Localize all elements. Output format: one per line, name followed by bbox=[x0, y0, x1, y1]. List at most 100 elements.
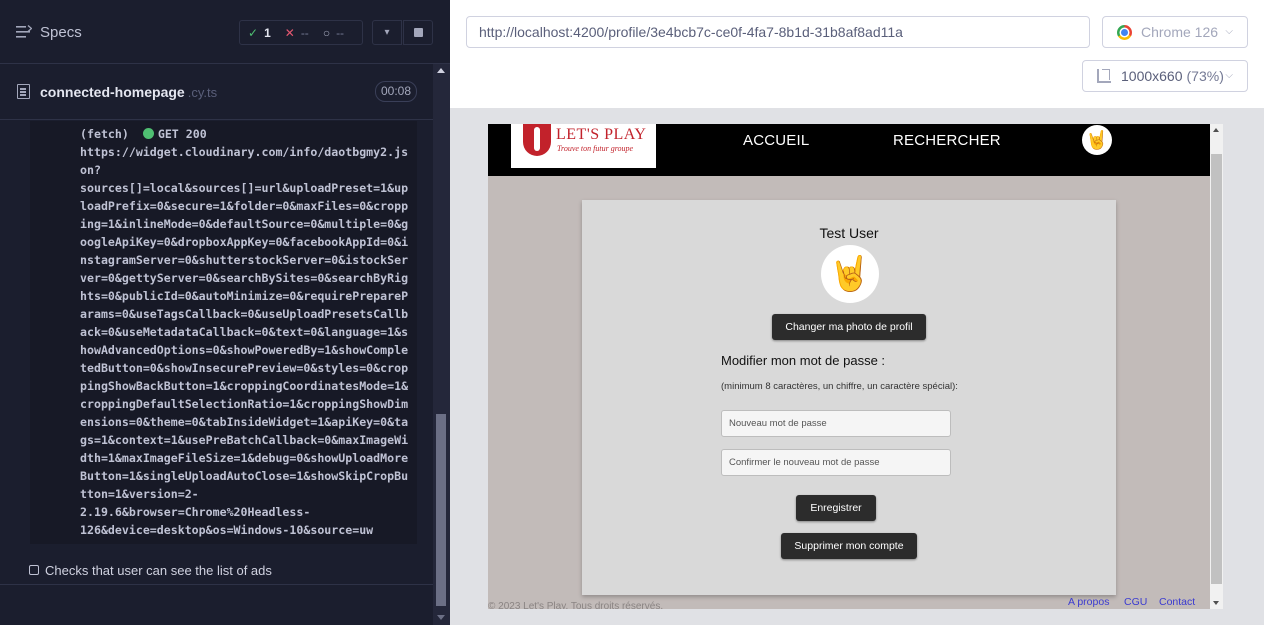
viewport-info[interactable]: 1000x660 (73%) ⌵ bbox=[1082, 60, 1248, 92]
file-icon bbox=[17, 84, 30, 99]
specs-list-icon[interactable] bbox=[16, 25, 32, 39]
reporter-scrollbar[interactable] bbox=[433, 64, 450, 625]
password-section-title: Modifier mon mot de passe : bbox=[721, 353, 886, 368]
log-line: ensions=0&theme=0&tabInsideWidget=1&apiK… bbox=[80, 415, 409, 429]
viewport-zoom: (73%) bbox=[1186, 68, 1224, 84]
cypress-runner: Specs ✓ 1 ✕ -- ○ -- ▾ connected-homepage… bbox=[0, 0, 1264, 625]
log-line: 126&device=desktop&os=Windows-10&source=… bbox=[80, 523, 374, 537]
app-scrollbar[interactable] bbox=[1210, 124, 1223, 609]
log-line: tton=1&version=2- bbox=[80, 487, 199, 501]
test-title[interactable]: Checks that user can see the list of ads bbox=[45, 563, 272, 578]
failed-count: -- bbox=[300, 25, 309, 40]
status-dot-icon bbox=[142, 128, 154, 139]
failed-stat: ✕ -- bbox=[285, 26, 309, 40]
log-line: croppingDefaultSelectionRatio=1&cropping… bbox=[80, 397, 409, 411]
scroll-down-icon[interactable] bbox=[437, 615, 445, 620]
nav-home[interactable]: ACCUEIL bbox=[743, 132, 809, 149]
app-logo[interactable]: LET'S PLAY Trouve ton futur groupe bbox=[511, 124, 656, 168]
guitar-icon bbox=[523, 124, 551, 156]
url-bar[interactable]: http://localhost:4200/profile/3e4bcb7c-c… bbox=[466, 16, 1090, 48]
footer-copyright: © 2023 Let's Play. Tous droits réservés. bbox=[488, 601, 664, 609]
scroll-up-icon[interactable] bbox=[1213, 128, 1219, 132]
fetch-prefix: (fetch) bbox=[80, 127, 129, 141]
footer-link-cgu[interactable]: CGU bbox=[1124, 596, 1147, 608]
save-button[interactable]: Enregistrer bbox=[796, 495, 876, 521]
check-icon: ✓ bbox=[248, 25, 259, 40]
log-line: tedButton=0&showInsecurePreview=0&styles… bbox=[80, 361, 409, 375]
test-checkbox-icon bbox=[29, 565, 39, 575]
log-line: ver=0&gettyServer=0&searchBySites=0&sear… bbox=[80, 271, 409, 285]
log-line: howAdvancedOptions=0&showPoweredBy=1&sho… bbox=[80, 343, 409, 357]
profile-name: Test User bbox=[819, 225, 879, 241]
stop-button[interactable] bbox=[403, 20, 433, 45]
log-line: on? bbox=[80, 163, 101, 177]
nav-search[interactable]: RECHERCHER bbox=[893, 132, 1001, 149]
footer-link-contact[interactable]: Contact bbox=[1159, 596, 1195, 608]
confirm-password-input[interactable]: Confirmer le nouveau mot de passe bbox=[721, 449, 951, 476]
profile-avatar: 🤘 bbox=[821, 245, 879, 303]
rock-hand-icon: 🤘 bbox=[1085, 129, 1109, 150]
chevron-down-icon: ⌵ bbox=[1225, 26, 1233, 37]
profile-card: Test User 🤘 Changer ma photo de profil M… bbox=[582, 200, 1116, 595]
footer-link-about[interactable]: A propos bbox=[1068, 596, 1109, 608]
reporter-header: Specs ✓ 1 ✕ -- ○ -- ▾ bbox=[0, 0, 450, 64]
log-line: 2.19.6&browser=Chrome%20Headless- bbox=[80, 505, 311, 519]
viewport-label: 1000x660 (73%) bbox=[1121, 61, 1224, 91]
aut-panel: http://localhost:4200/profile/3e4bcb7c-c… bbox=[450, 0, 1264, 625]
logo-subtitle: Trouve ton futur groupe bbox=[557, 144, 634, 153]
browser-label: Chrome 126 bbox=[1141, 24, 1219, 40]
viewport-size: 1000x660 bbox=[1121, 68, 1183, 84]
log-line: gs=1&context=1&usePreBatchCallback=0&max… bbox=[80, 433, 409, 447]
scroll-down-icon[interactable] bbox=[1213, 601, 1219, 605]
log-line: ing=1&inlineMode=0&defaultSource=0&multi… bbox=[80, 217, 409, 231]
app-scrollbar-thumb[interactable] bbox=[1211, 154, 1222, 584]
passed-count: 1 bbox=[264, 25, 271, 40]
spec-file-name[interactable]: connected-homepage .cy.ts bbox=[40, 84, 217, 100]
nav-avatar[interactable]: 🤘 bbox=[1082, 125, 1112, 155]
log-line: hts=0&publicId=0&autoMinimize=0&requireP… bbox=[80, 289, 409, 303]
log-line: dth=1&maxImageFileSize=1&debug=0&showUpl… bbox=[80, 451, 409, 465]
log-line: oogleApiKey=0&dropboxAppKey=0&facebookAp… bbox=[80, 235, 409, 249]
new-password-input[interactable]: Nouveau mot de passe bbox=[721, 410, 951, 437]
chevron-down-icon: ▾ bbox=[384, 27, 390, 38]
spec-file-ext: .cy.ts bbox=[187, 85, 218, 100]
delete-account-button[interactable]: Supprimer mon compte bbox=[781, 533, 917, 559]
scroll-up-icon[interactable] bbox=[437, 68, 445, 73]
reporter-panel: Specs ✓ 1 ✕ -- ○ -- ▾ connected-homepage… bbox=[0, 0, 450, 625]
fetch-status: GET 200 bbox=[157, 127, 207, 141]
chrome-icon bbox=[1117, 25, 1132, 40]
logo-title: LET'S PLAY bbox=[556, 126, 647, 143]
chevron-down-icon: ⌵ bbox=[1225, 70, 1233, 81]
stop-icon bbox=[413, 28, 423, 37]
fetch-command[interactable]: (fetch) GET 200 bbox=[80, 125, 207, 143]
log-line: loadPrefix=0&secure=1&folder=0&maxFiles=… bbox=[80, 199, 409, 213]
change-photo-button[interactable]: Changer ma photo de profil bbox=[772, 314, 926, 340]
command-log[interactable]: (fetch) GET 200 https://widget.cloudinar… bbox=[30, 121, 417, 544]
pending-stat: ○ -- bbox=[323, 26, 344, 40]
app-frame: LET'S PLAY Trouve ton futur groupe ACCUE… bbox=[488, 124, 1223, 609]
app-navbar: LET'S PLAY Trouve ton futur groupe ACCUE… bbox=[488, 124, 1210, 176]
log-line: nstagramServer=0&shutterstockServer=0&is… bbox=[80, 253, 409, 267]
passed-stat: ✓ 1 bbox=[248, 26, 271, 40]
spec-file-header[interactable]: connected-homepage .cy.ts 00:08 bbox=[0, 64, 433, 120]
scrollbar-thumb[interactable] bbox=[436, 414, 446, 606]
log-line: arams=0&useTagsCallback=0&useUploadPrese… bbox=[80, 307, 409, 321]
toggle-options-button[interactable]: ▾ bbox=[372, 20, 402, 45]
log-line: https://widget.cloudinary.com/info/daotb… bbox=[80, 145, 409, 159]
spec-file-basename: connected-homepage bbox=[40, 84, 185, 100]
aut-header: http://localhost:4200/profile/3e4bcb7c-c… bbox=[450, 0, 1264, 108]
log-line: Button=1&singleUploadAutoClose=1&showSki… bbox=[80, 469, 409, 483]
password-hint: (minimum 8 caractères, un chiffre, un ca… bbox=[721, 381, 958, 392]
log-line: sources[]=local&sources[]=url&uploadPres… bbox=[80, 181, 409, 195]
browser-selector[interactable]: Chrome 126 ⌵ bbox=[1102, 16, 1248, 48]
rock-hand-icon: 🤘 bbox=[828, 255, 872, 293]
pending-count: -- bbox=[336, 25, 345, 40]
x-icon: ✕ bbox=[284, 25, 295, 40]
fetch-url: https://widget.cloudinary.com/info/daotb… bbox=[80, 143, 416, 539]
log-line: pingShowBackButton=1&croppingCoordinates… bbox=[80, 379, 409, 393]
log-line: ack=0&useMetadataCallback=0&text=0&langu… bbox=[80, 325, 409, 339]
test-item[interactable]: Checks that user can see the list of ads bbox=[0, 556, 433, 585]
ruler-icon bbox=[1097, 69, 1111, 83]
specs-label[interactable]: Specs bbox=[40, 24, 82, 41]
test-stats: ✓ 1 ✕ -- ○ -- bbox=[239, 20, 363, 45]
